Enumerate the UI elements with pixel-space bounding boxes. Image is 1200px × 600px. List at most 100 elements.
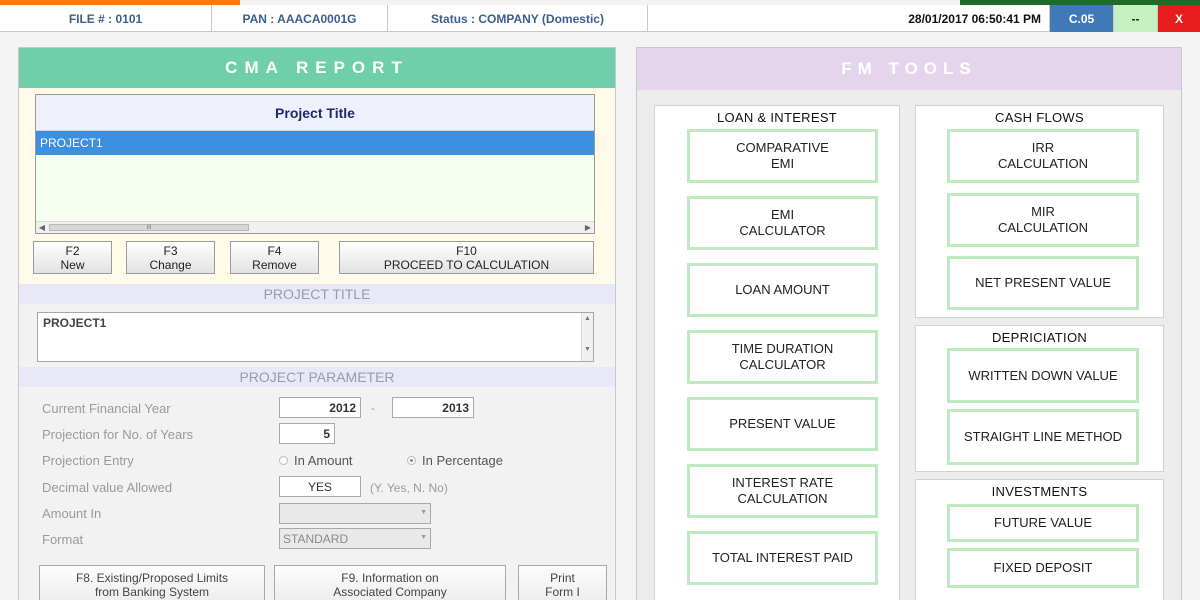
change-key: F3	[163, 243, 178, 258]
new-key: F2	[65, 243, 80, 258]
decimal-label: Decimal value Allowed	[42, 480, 173, 495]
financial-year-from-input[interactable]: 2012	[279, 397, 361, 418]
fixed-deposit-button[interactable]: FIXED DEPOSIT	[947, 548, 1139, 588]
title-bar: FILE # : 0101 PAN : AAACA0001G Status : …	[0, 5, 1200, 32]
amount-in-select[interactable]: ▼	[279, 503, 431, 524]
new-label: New	[60, 257, 85, 272]
datetime: 28/01/2017 06:50:41 PM	[648, 5, 1050, 32]
time-duration-line1: TIME DURATION	[731, 341, 834, 356]
in-percentage-label: In Percentage	[422, 453, 503, 468]
future-value-label: FUTURE VALUE	[994, 515, 1092, 530]
written-down-value-button[interactable]: WRITTEN DOWN VALUE	[947, 348, 1139, 403]
remove-button[interactable]: F4 Remove	[230, 241, 319, 274]
associated-company-line1: F9. Information on	[341, 571, 439, 585]
emi-calculator-button[interactable]: EMI CALCULATOR	[687, 196, 878, 250]
remove-key: F4	[267, 243, 282, 258]
future-value-button[interactable]: FUTURE VALUE	[947, 504, 1139, 542]
project-list-header: Project Title	[36, 95, 594, 131]
change-button[interactable]: F3 Change	[126, 241, 215, 274]
time-duration-calculator-button[interactable]: TIME DURATION CALCULATOR	[687, 330, 878, 384]
loan-amount-label: LOAN AMOUNT	[735, 282, 830, 297]
irr-line1: IRR	[1031, 140, 1055, 155]
projection-entry-label: Projection Entry	[42, 453, 134, 468]
financial-year-label: Current Financial Year	[42, 401, 171, 416]
fm-tools-panel: FM TOOLS LOAN & INTEREST COMPARATIVE EMI…	[636, 47, 1182, 600]
remove-label: Remove	[252, 257, 297, 272]
scroll-grip: III	[146, 224, 152, 231]
mir-calculation-button[interactable]: MIR CALCULATION	[947, 193, 1139, 247]
financial-year-separator: -	[371, 401, 375, 415]
minimize-button[interactable]: --	[1114, 5, 1158, 32]
fm-tools-title: FM TOOLS	[637, 48, 1181, 90]
straight-line-method-button[interactable]: STRAIGHT LINE METHOD	[947, 409, 1139, 465]
fixed-deposit-label: FIXED DEPOSIT	[993, 560, 1093, 575]
years-input[interactable]: 5	[279, 423, 335, 444]
scroll-up-icon[interactable]: ▲	[582, 315, 593, 322]
mir-line1: MIR	[1031, 204, 1055, 219]
comparative-emi-line2: EMI	[770, 156, 795, 171]
decimal-input[interactable]: YES	[279, 476, 361, 497]
interest-rate-calculation-button[interactable]: INTEREST RATE CALCULATION	[687, 464, 878, 518]
close-button[interactable]: X	[1158, 5, 1200, 32]
print-form-button[interactable]: Print Form I	[518, 565, 607, 600]
scroll-thumb[interactable]: III	[49, 224, 249, 231]
format-select[interactable]: STANDARD ▼	[279, 528, 431, 549]
scroll-down-icon[interactable]: ▼	[582, 346, 593, 353]
radio-icon	[279, 456, 288, 465]
scroll-left-icon[interactable]: ◀	[36, 222, 48, 233]
in-percentage-radio[interactable]: In Percentage	[407, 453, 503, 468]
version-badge: C.05	[1050, 5, 1114, 32]
years-label: Projection for No. of Years	[42, 427, 194, 442]
interest-rate-line2: CALCULATION	[737, 491, 828, 506]
in-amount-label: In Amount	[294, 453, 353, 468]
existing-limits-line2: from Banking System	[94, 585, 210, 599]
total-interest-paid-label: TOTAL INTEREST PAID	[712, 550, 853, 565]
new-button[interactable]: F2 New	[33, 241, 112, 274]
in-amount-radio[interactable]: In Amount	[279, 453, 353, 468]
chevron-down-icon: ▼	[420, 509, 427, 516]
proceed-label: PROCEED TO CALCULATION	[383, 257, 550, 272]
investments-title: INVESTMENTS	[991, 484, 1088, 499]
chevron-down-icon: ▼	[420, 534, 427, 541]
scroll-right-icon[interactable]: ▶	[582, 222, 594, 233]
associated-company-button[interactable]: F9. Information on Associated Company	[274, 565, 506, 600]
financial-year-to-input[interactable]: 2013	[392, 397, 474, 418]
emi-calculator-line2: CALCULATOR	[739, 223, 826, 238]
written-down-value-label: WRITTEN DOWN VALUE	[968, 367, 1118, 383]
project-title-section: PROJECT TITLE	[19, 284, 615, 304]
mir-line2: CALCULATION	[997, 220, 1089, 235]
project-list[interactable]: Project Title PROJECT1 ◀ III ▶	[35, 94, 595, 234]
existing-limits-line1: F8. Existing/Proposed Limits	[75, 571, 229, 585]
net-present-value-button[interactable]: NET PRESENT VALUE	[947, 256, 1139, 310]
present-value-button[interactable]: PRESENT VALUE	[687, 397, 878, 451]
irr-calculation-button[interactable]: IRR CALCULATION	[947, 129, 1139, 183]
present-value-label: PRESENT VALUE	[729, 416, 836, 431]
total-interest-paid-button[interactable]: TOTAL INTEREST PAID	[687, 531, 878, 585]
project-title-field[interactable]: PROJECT1 ▲ ▼	[37, 312, 594, 362]
proceed-to-calculation-button[interactable]: F10 PROCEED TO CALCULATION	[339, 241, 594, 274]
project-list-item[interactable]: PROJECT1	[36, 131, 594, 155]
interest-rate-line1: INTEREST RATE	[731, 475, 834, 490]
project-title-value: PROJECT1	[43, 316, 107, 330]
cma-report-panel: CMA REPORT Project Title PROJECT1 ◀ III …	[18, 47, 616, 600]
comparative-emi-button[interactable]: COMPARATIVE EMI	[687, 129, 878, 183]
project-parameter-section: PROJECT PARAMETER	[19, 367, 615, 387]
radio-selected-icon	[407, 456, 416, 465]
file-number: FILE # : 0101	[0, 5, 212, 32]
comparative-emi-line1: COMPARATIVE	[736, 140, 829, 155]
associated-company-line2: Associated Company	[333, 585, 447, 599]
existing-limits-button[interactable]: F8. Existing/Proposed Limits from Bankin…	[39, 565, 265, 600]
cma-report-title: CMA REPORT	[19, 48, 615, 88]
format-value: STANDARD	[283, 531, 349, 546]
amount-in-label: Amount In	[42, 506, 102, 521]
vertical-scrollbar[interactable]: ▲ ▼	[581, 313, 593, 361]
loan-interest-title: LOAN & INTEREST	[716, 110, 838, 125]
pan-number: PAN : AAACA0001G	[212, 5, 388, 32]
horizontal-scrollbar[interactable]: ◀ III ▶	[36, 221, 594, 233]
net-present-value-label: NET PRESENT VALUE	[975, 275, 1111, 290]
decimal-hint: (Y. Yes, N. No)	[370, 481, 448, 495]
status-text: Status : COMPANY (Domestic)	[388, 5, 648, 32]
change-label: Change	[149, 257, 192, 272]
format-label: Format	[42, 532, 84, 547]
loan-amount-button[interactable]: LOAN AMOUNT	[687, 263, 878, 317]
